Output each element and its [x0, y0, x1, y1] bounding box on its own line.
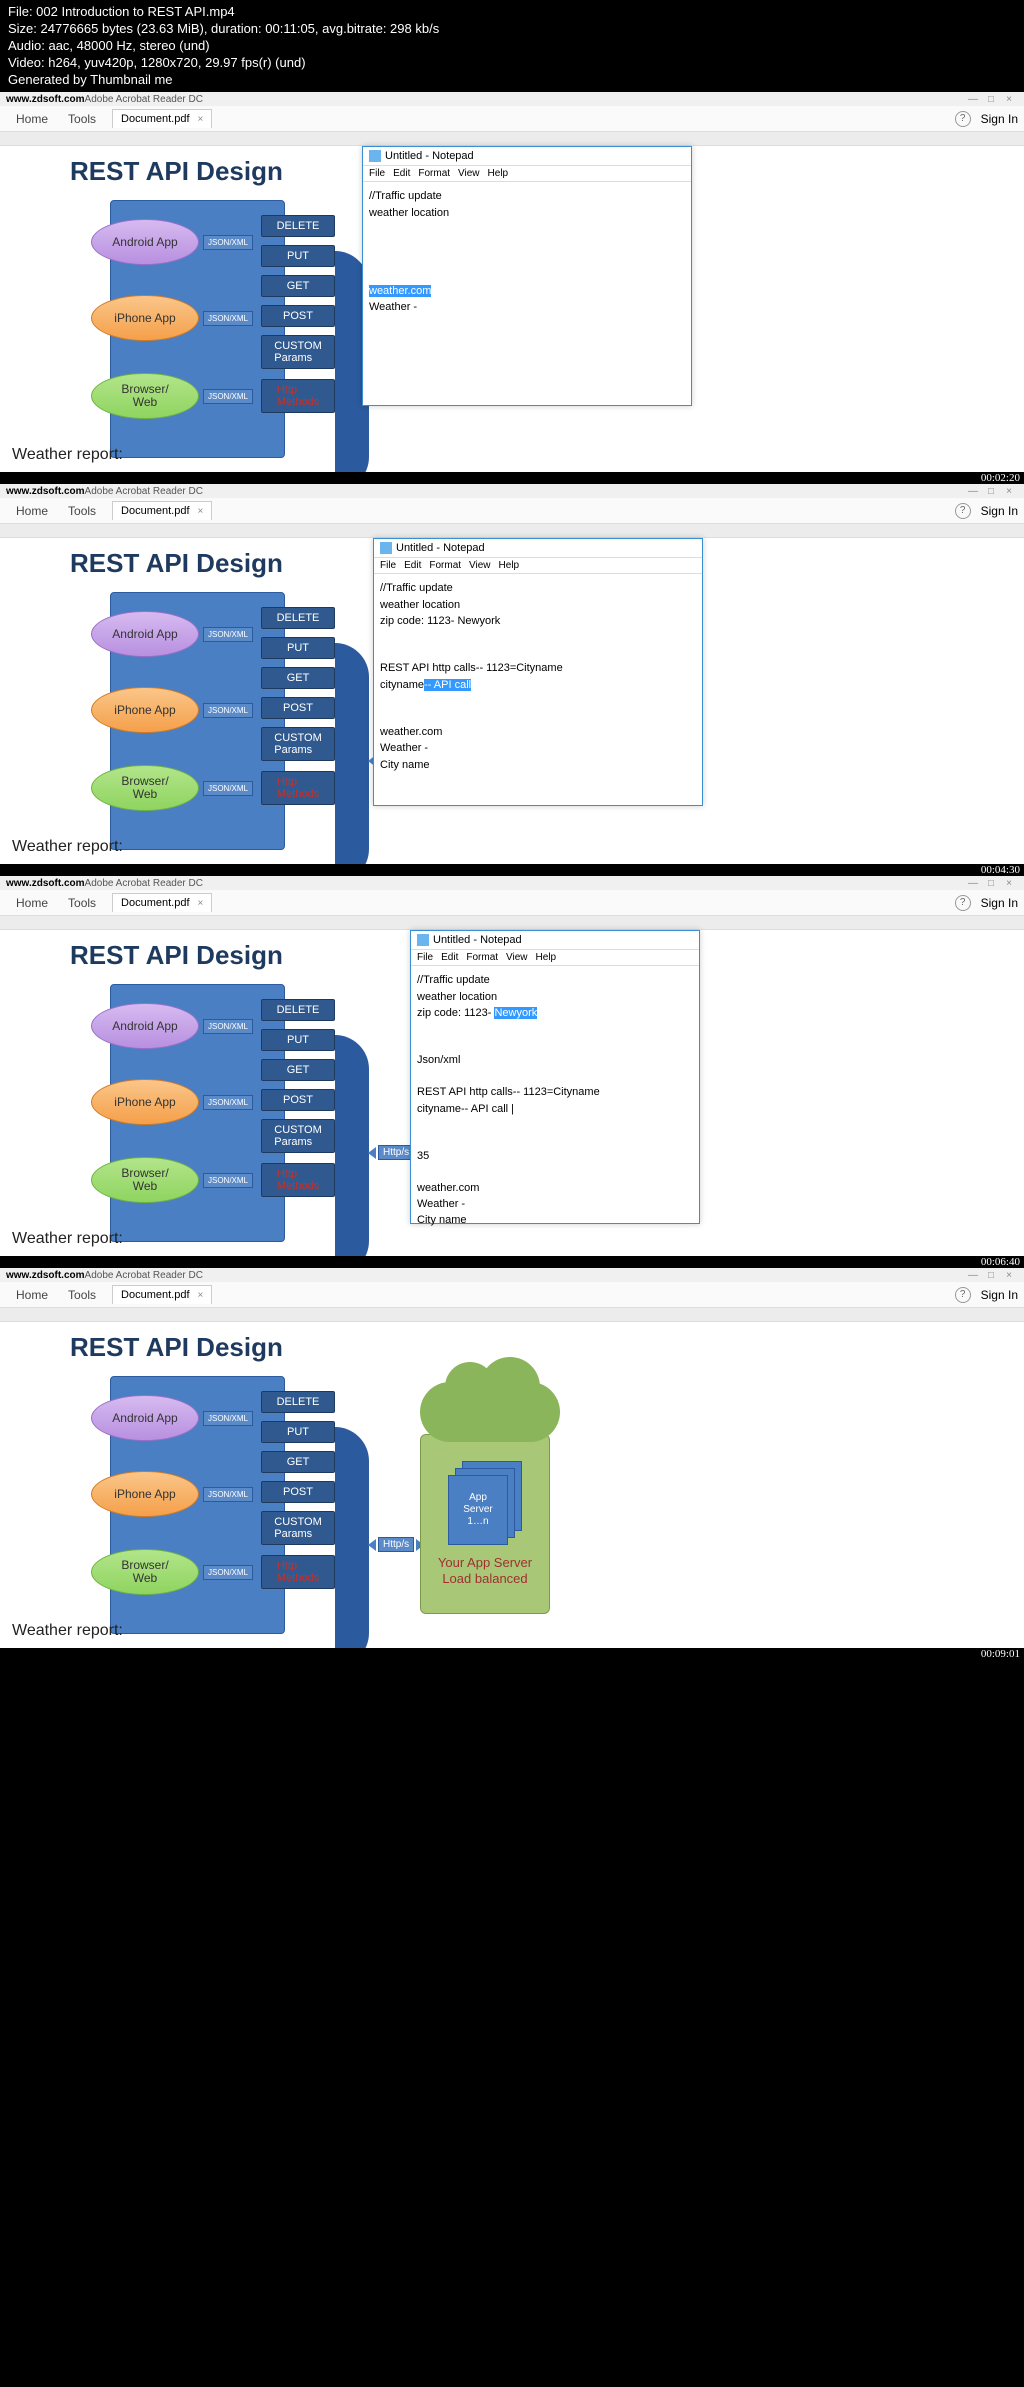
notepad-titlebar: Untitled - Notepad [363, 147, 691, 166]
android-ellipse: Android App [91, 219, 199, 265]
notepad-text-area[interactable]: //Traffic update weather location zip co… [411, 966, 699, 1234]
maximize-icon[interactable]: □ [982, 94, 1000, 105]
url-text: www.zdsoft.com [6, 94, 85, 105]
document-tab[interactable]: Document.pdf × [112, 109, 212, 128]
notepad-window: Untitled - Notepad FileEditFormatViewHel… [373, 538, 703, 806]
post-method: POST [261, 305, 335, 327]
http-methods-label: Http Methods [261, 379, 335, 413]
delete-method: DELETE [261, 215, 335, 237]
json-label-3: JSON/XML [203, 389, 253, 404]
sub-toolbar [0, 132, 1024, 146]
tools-tab[interactable]: Tools [58, 500, 106, 522]
meta-video: Video: h264, yuv420p, 1280x720, 29.97 fp… [8, 55, 1016, 72]
thumbnail-frame-3: www.zdsoft.com Adobe Acrobat Reader DC—□… [0, 876, 1024, 1256]
meta-gen: Generated by Thumbnail me [8, 72, 1016, 89]
close-icon[interactable]: × [1000, 94, 1018, 105]
thumbnail-frame-4: www.zdsoft.com Adobe Acrobat Reader DC—□… [0, 1268, 1024, 1648]
menu-format[interactable]: Format [418, 168, 450, 179]
home-tab[interactable]: Home [6, 500, 58, 522]
weather-report-label: Weather report: [12, 446, 123, 464]
thumbnail-frame-1: www.zdsoft.com Adobe Acrobat Reader DC —… [0, 92, 1024, 472]
notepad-window: Untitled - Notepad FileEditFormatViewHel… [410, 930, 700, 1224]
server-label: Your App Server Load balanced [438, 1555, 532, 1589]
timestamp-2: 00:04:30 [981, 864, 1020, 876]
minimize-icon[interactable]: — [964, 94, 982, 105]
server-cloud: App Server 1…n Your App Server Load bala… [420, 1382, 560, 1614]
server-stack-icon: App Server 1…n [448, 1461, 522, 1545]
notepad-text-area[interactable]: //Traffic update weather location zip co… [374, 574, 702, 779]
notepad-text-area[interactable]: //Traffic update weather location weathe… [363, 182, 691, 321]
document-name: Document.pdf [121, 113, 189, 125]
meta-size: Size: 24776665 bytes (23.63 MiB), durati… [8, 21, 1016, 38]
custom-params: CUSTOM Params [261, 335, 335, 369]
help-icon[interactable]: ? [955, 111, 971, 127]
timestamp-1: 00:02:20 [981, 472, 1020, 484]
iphone-ellipse: iPhone App [91, 295, 199, 341]
get-method: GET [261, 275, 335, 297]
signin-link[interactable]: Sign In [981, 504, 1018, 518]
browser-ellipse: Browser/ Web [91, 373, 199, 419]
thumbnail-frame-2: www.zdsoft.com Adobe Acrobat Reader DC —… [0, 484, 1024, 864]
menu-help[interactable]: Help [488, 168, 509, 179]
cloud-icon [420, 1382, 560, 1442]
document-tab[interactable]: Document.pdf× [112, 501, 212, 520]
minimize-icon[interactable]: — [964, 486, 982, 497]
menu-edit[interactable]: Edit [393, 168, 410, 179]
notepad-icon [369, 150, 381, 162]
app-name: Adobe Acrobat Reader DC [85, 94, 203, 105]
meta-audio: Audio: aac, 48000 Hz, stereo (und) [8, 38, 1016, 55]
notepad-title-text: Untitled - Notepad [385, 150, 474, 162]
acrobat-toolbar: Home Tools Document.pdf × ? Sign In [0, 106, 1024, 132]
meta-file: File: 002 Introduction to REST API.mp4 [8, 4, 1016, 21]
window-titlebar: www.zdsoft.com Adobe Acrobat Reader DC —… [0, 92, 1024, 106]
put-method: PUT [261, 245, 335, 267]
maximize-icon[interactable]: □ [982, 486, 1000, 497]
menu-view[interactable]: View [458, 168, 480, 179]
json-label-1: JSON/XML [203, 235, 253, 250]
menu-file[interactable]: File [369, 168, 385, 179]
notepad-menu: File Edit Format View Help [363, 166, 691, 182]
timestamp-4: 00:09:01 [981, 1648, 1020, 1660]
signin-link[interactable]: Sign In [981, 112, 1018, 126]
tab-close-icon[interactable]: × [198, 506, 204, 517]
notepad-window: Untitled - Notepad File Edit Format View… [362, 146, 692, 406]
video-metadata-header: File: 002 Introduction to REST API.mp4 S… [0, 0, 1024, 92]
close-icon[interactable]: × [1000, 486, 1018, 497]
window-titlebar: www.zdsoft.com Adobe Acrobat Reader DC —… [0, 484, 1024, 498]
rest-api-diagram: REST API Design Android App iPhone App B… [70, 156, 283, 193]
home-tab[interactable]: Home [6, 108, 58, 130]
selected-text: weather.com [369, 285, 431, 297]
help-icon[interactable]: ? [955, 503, 971, 519]
client-box: Android App iPhone App Browser/ Web JSON… [110, 200, 285, 458]
acrobat-toolbar: Home Tools Document.pdf× ? Sign In [0, 498, 1024, 524]
tab-close-icon[interactable]: × [198, 114, 204, 125]
timestamp-3: 00:06:40 [981, 1256, 1020, 1268]
json-label-2: JSON/XML [203, 311, 253, 326]
tools-tab[interactable]: Tools [58, 108, 106, 130]
diagram-title: REST API Design [70, 156, 283, 187]
